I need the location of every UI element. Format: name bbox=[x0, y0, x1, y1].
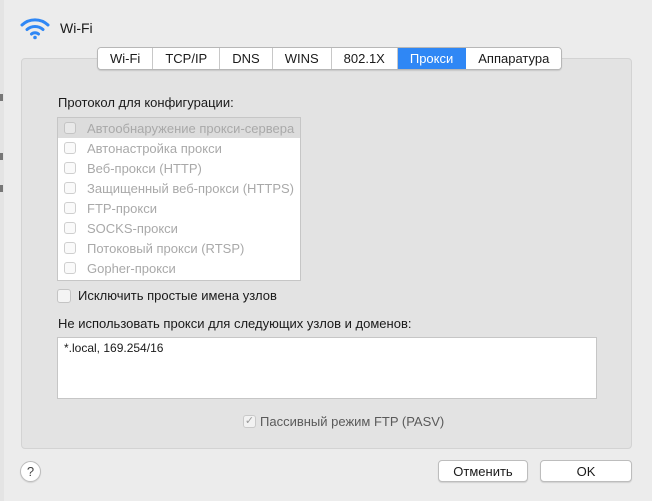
tab-hardware[interactable]: Аппаратура bbox=[466, 48, 562, 69]
protocol-checkbox[interactable] bbox=[64, 142, 76, 154]
cancel-button[interactable]: Отменить bbox=[438, 460, 528, 482]
exclude-simple-label: Исключить простые имена узлов bbox=[78, 288, 277, 303]
edge-marker bbox=[0, 153, 3, 160]
protocol-label: FTP-прокси bbox=[87, 200, 157, 216]
protocol-item[interactable]: Защищенный веб-прокси (HTTPS) bbox=[58, 178, 300, 198]
help-button[interactable]: ? bbox=[20, 461, 41, 482]
protocol-label: Автонастройка прокси bbox=[87, 140, 222, 156]
protocol-checkbox[interactable] bbox=[64, 262, 76, 274]
bypass-hosts-field[interactable]: *.local, 169.254/16 bbox=[57, 337, 597, 399]
tab-8021x[interactable]: 802.1X bbox=[331, 48, 398, 69]
edge-marker bbox=[0, 94, 3, 101]
protocol-item[interactable]: Веб-прокси (HTTP) bbox=[58, 158, 300, 178]
protocol-checkbox[interactable] bbox=[64, 222, 76, 234]
wifi-icon bbox=[20, 16, 50, 40]
protocol-label: Защищенный веб-прокси (HTTPS) bbox=[87, 180, 294, 196]
protocol-checkbox[interactable] bbox=[64, 122, 76, 134]
protocol-item[interactable]: FTP-прокси bbox=[58, 198, 300, 218]
protocol-checkbox[interactable] bbox=[64, 162, 76, 174]
protocol-item[interactable]: Автообнаружение прокси-сервера bbox=[58, 118, 300, 138]
tab-wins[interactable]: WINS bbox=[272, 48, 332, 69]
protocols-label: Протокол для конфигурации: bbox=[58, 95, 234, 110]
network-window: Wi-Fi Wi-Fi TCP/IP DNS WINS 802.1X Прокс… bbox=[0, 0, 652, 501]
exclude-simple-hostnames[interactable]: Исключить простые имена узлов bbox=[57, 288, 277, 303]
protocol-item[interactable]: Автонастройка прокси bbox=[58, 138, 300, 158]
edge-marker bbox=[0, 185, 3, 192]
protocol-label: Gopher-прокси bbox=[87, 260, 176, 276]
tab-dns[interactable]: DNS bbox=[220, 48, 273, 69]
protocol-item[interactable]: SOCKS-прокси bbox=[58, 218, 300, 238]
protocol-label: Потоковый прокси (RTSP) bbox=[87, 240, 245, 256]
bypass-label: Не использовать прокси для следующих узл… bbox=[58, 316, 412, 331]
protocol-list: Автообнаружение прокси-сервера Автонастр… bbox=[57, 117, 301, 281]
ok-button[interactable]: OK bbox=[540, 460, 632, 482]
window-title: Wi-Fi bbox=[60, 20, 93, 36]
passive-ftp-checkbox[interactable]: ✓ bbox=[243, 415, 256, 428]
protocol-item[interactable]: Gopher-прокси bbox=[58, 258, 300, 278]
tab-proxies[interactable]: Прокси bbox=[397, 48, 467, 69]
protocol-checkbox[interactable] bbox=[64, 242, 76, 254]
passive-ftp-option[interactable]: ✓ Пассивный режим FTP (PASV) bbox=[243, 414, 444, 429]
exclude-simple-checkbox[interactable] bbox=[57, 288, 71, 303]
protocol-label: Веб-прокси (HTTP) bbox=[87, 160, 202, 176]
protocol-item[interactable]: Потоковый прокси (RTSP) bbox=[58, 238, 300, 258]
title-bar: Wi-Fi bbox=[20, 14, 93, 42]
checkmark-icon: ✓ bbox=[244, 415, 255, 427]
passive-ftp-label: Пассивный режим FTP (PASV) bbox=[260, 414, 445, 429]
window-edge bbox=[0, 0, 4, 501]
tab-wifi[interactable]: Wi-Fi bbox=[98, 48, 154, 69]
tab-tcpip[interactable]: TCP/IP bbox=[153, 48, 221, 69]
protocol-checkbox[interactable] bbox=[64, 202, 76, 214]
protocol-label: SOCKS-прокси bbox=[87, 220, 178, 236]
tab-bar: Wi-Fi TCP/IP DNS WINS 802.1X Прокси Аппа… bbox=[97, 47, 563, 70]
protocol-checkbox[interactable] bbox=[64, 182, 76, 194]
protocol-label: Автообнаружение прокси-сервера bbox=[87, 120, 295, 136]
